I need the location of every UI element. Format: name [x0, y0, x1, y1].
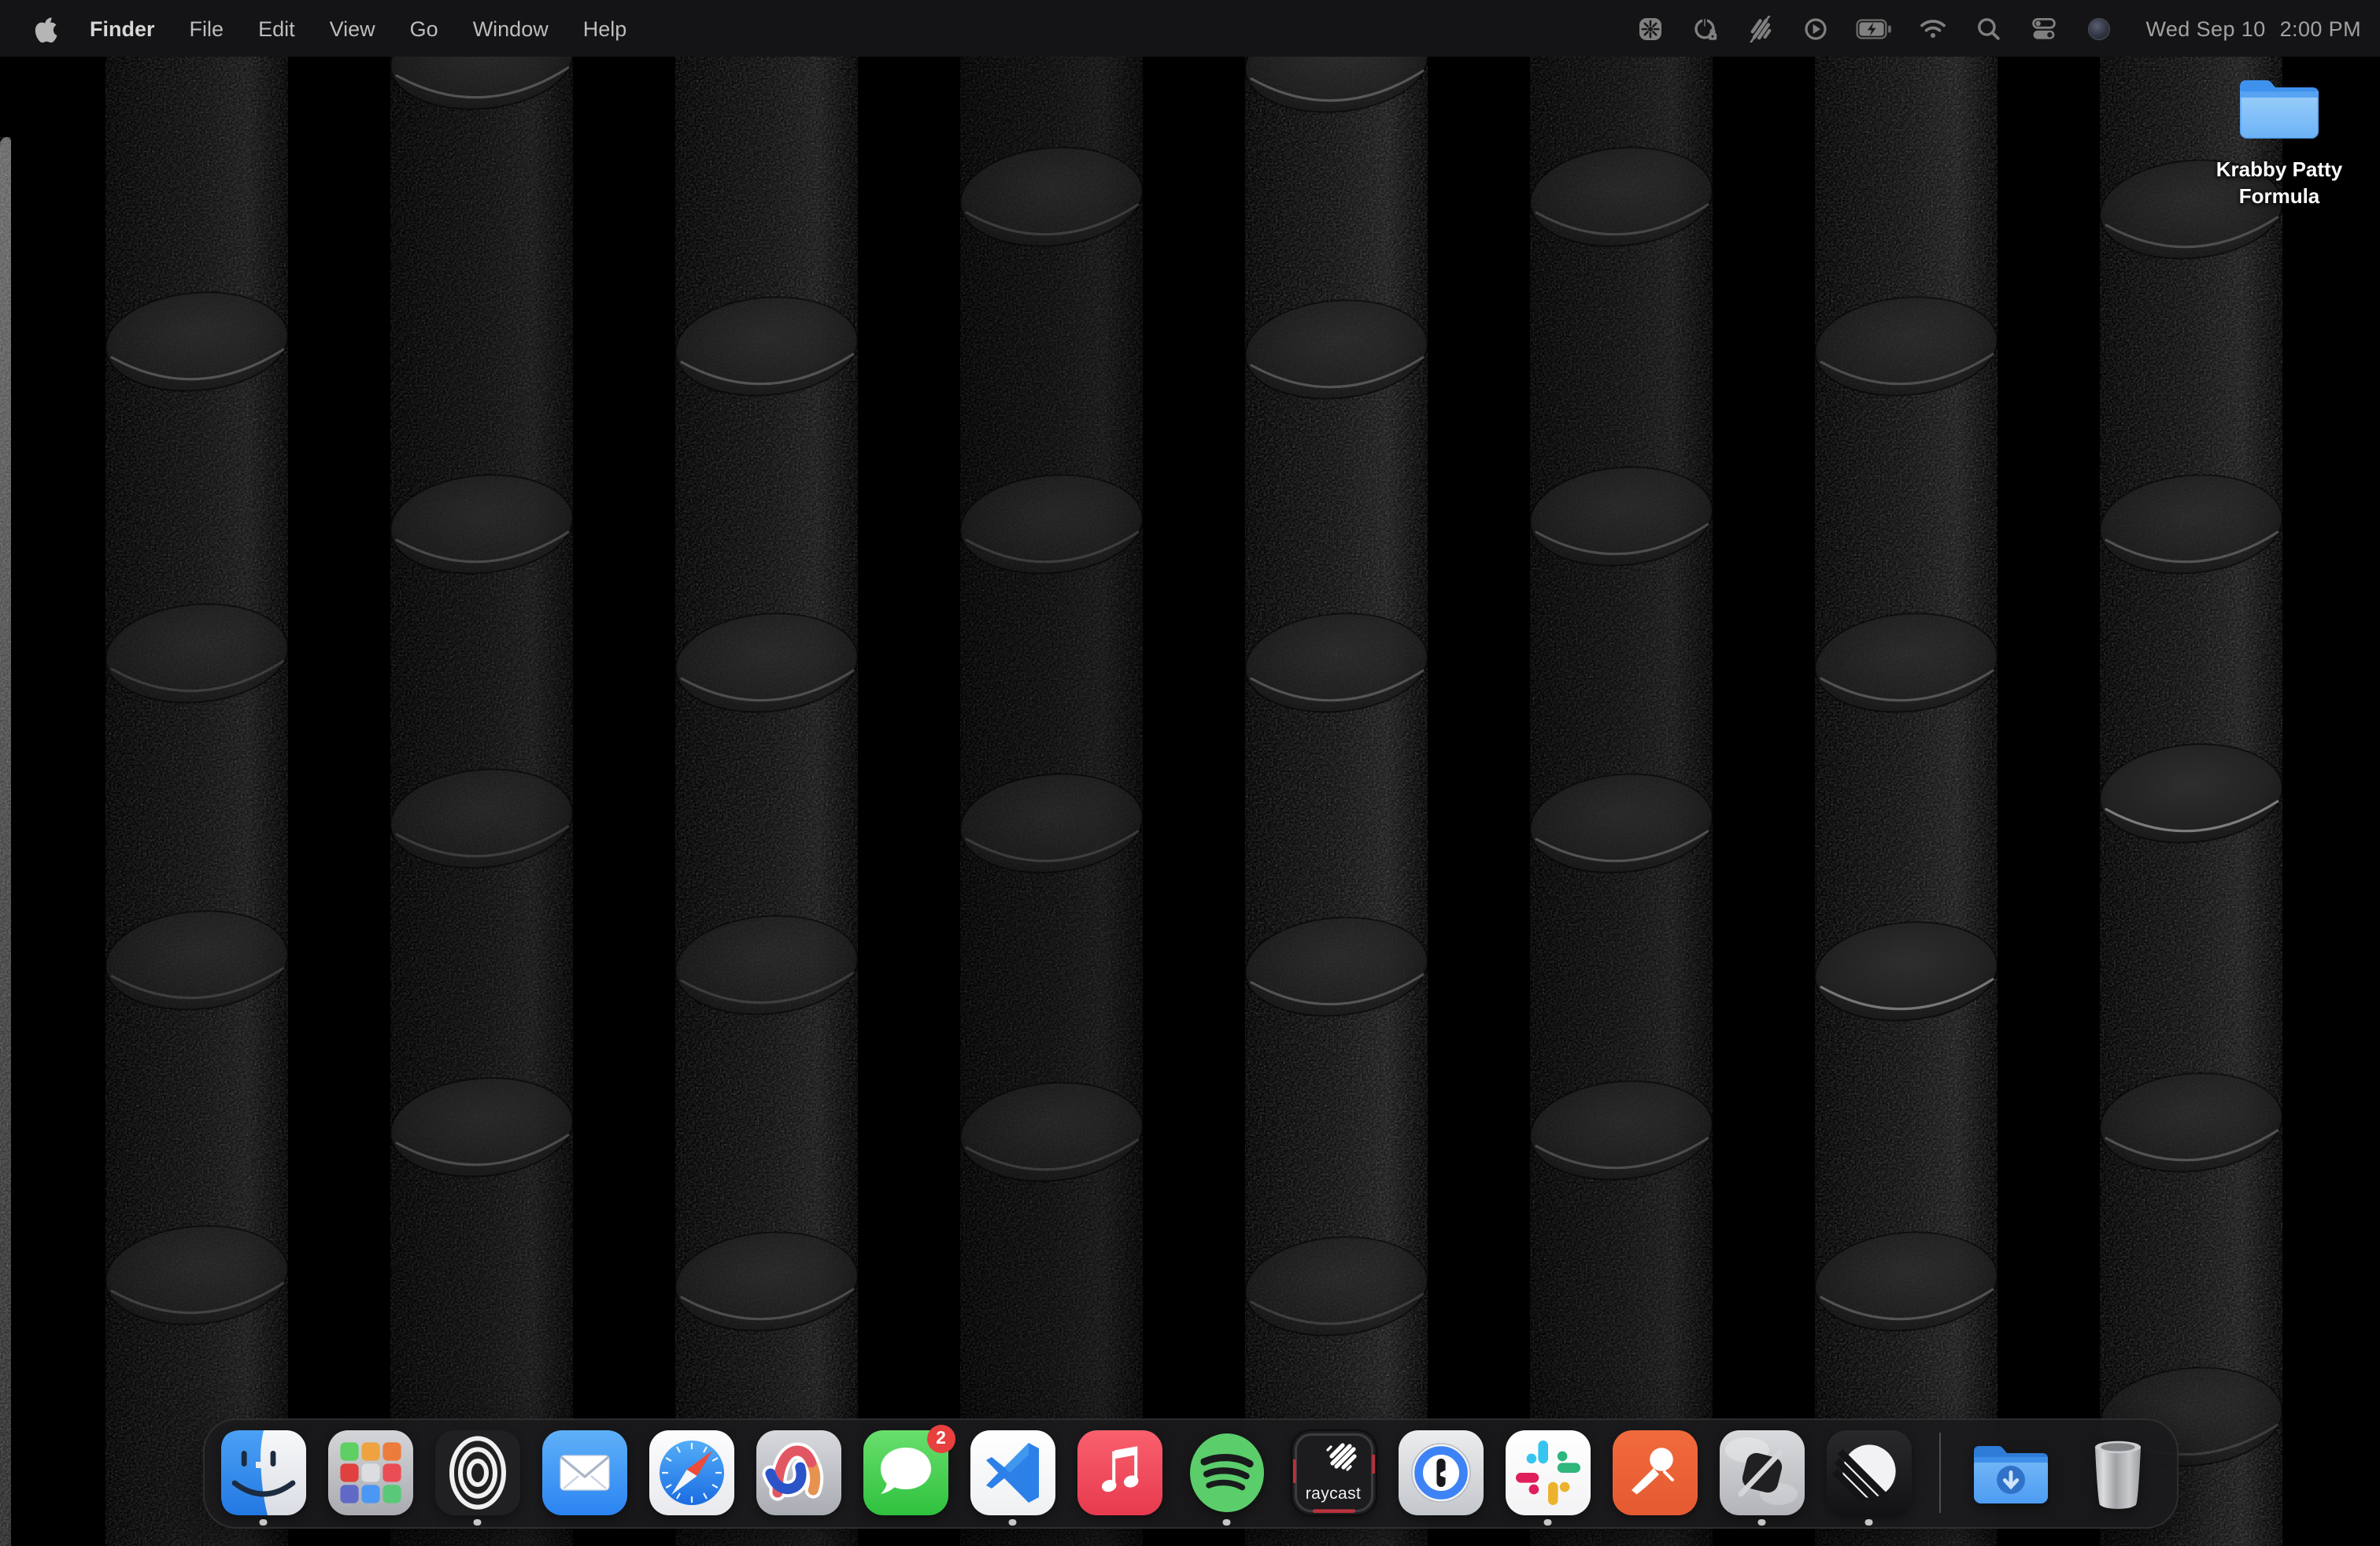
running-indicator-dot [1758, 1518, 1765, 1526]
dock-item-downloads[interactable] [1967, 1429, 2053, 1516]
running-indicator-dot [1009, 1518, 1016, 1526]
striped-tile-icon[interactable] [1746, 15, 1775, 42]
menu-bar-status-area: Wed Sep 10 2:00 PM [1636, 15, 2362, 42]
spotlight-search-icon[interactable] [1975, 15, 2003, 42]
finder-icon [220, 1429, 306, 1516]
dock-item-music[interactable] [1076, 1429, 1162, 1516]
desktop-folder-label: Krabby Patty Formula [2197, 156, 2361, 210]
clock-date: Wed Sep 10 [2146, 17, 2266, 40]
trash-icon [2074, 1429, 2160, 1516]
dock-item-raycast[interactable]: raycast [1290, 1429, 1377, 1516]
menu-help[interactable]: Help [583, 17, 627, 40]
wifi-icon[interactable] [1920, 15, 1948, 42]
dock-item-safari[interactable] [648, 1429, 734, 1516]
menu-bar-clock[interactable]: Wed Sep 10 2:00 PM [2146, 17, 2362, 40]
linear-icon [1825, 1429, 1912, 1516]
menu-file[interactable]: File [190, 17, 224, 40]
dock-item-tilted-square-app[interactable] [1718, 1429, 1805, 1516]
dock-item-trash[interactable] [2074, 1429, 2160, 1516]
launchpad-icon [327, 1429, 413, 1516]
menu-active-app[interactable]: Finder [90, 17, 155, 40]
running-indicator-dot [1865, 1518, 1872, 1526]
postman-icon [1611, 1429, 1698, 1516]
siri-icon[interactable] [2085, 15, 2113, 42]
dock-item-arc[interactable] [755, 1429, 841, 1516]
menu-edit[interactable]: Edit [258, 17, 295, 40]
dock-item-1password[interactable] [1397, 1429, 1484, 1516]
wallpaper [0, 0, 2380, 1546]
menu-view[interactable]: View [330, 17, 375, 40]
spotify-icon [1183, 1429, 1269, 1516]
dock-item-spotify[interactable] [1183, 1429, 1269, 1516]
dock-item-linear[interactable] [1825, 1429, 1912, 1516]
running-indicator-dot [474, 1518, 481, 1526]
safari-compass-icon [648, 1429, 734, 1516]
raycast-icon-label: raycast [1290, 1485, 1377, 1503]
dock-item-concentric-rings-app[interactable] [434, 1429, 520, 1516]
menu-window[interactable]: Window [473, 17, 549, 40]
blue-folder-icon [2234, 69, 2325, 151]
arc-browser-icon [755, 1429, 841, 1516]
slack-icon [1504, 1429, 1591, 1516]
running-indicator-dot [260, 1518, 267, 1526]
dock-item-launchpad[interactable] [327, 1429, 413, 1516]
dock-container: 2 [0, 1418, 2380, 1529]
now-playing-icon[interactable] [1802, 15, 1830, 42]
dock-item-vscode[interactable] [969, 1429, 1055, 1516]
dock-item-slack[interactable] [1504, 1429, 1591, 1516]
downloads-folder-icon [1967, 1429, 2053, 1516]
control-center-icon[interactable] [2030, 15, 2058, 42]
apple-logo-icon[interactable] [31, 15, 58, 42]
dock-item-finder[interactable] [220, 1429, 306, 1516]
dock-item-postman[interactable] [1611, 1429, 1698, 1516]
menu-go[interactable]: Go [410, 17, 438, 40]
dock-item-messages[interactable]: 2 [862, 1429, 948, 1516]
battery-charging-icon[interactable] [1857, 15, 1893, 42]
dock-divider [1938, 1433, 1940, 1513]
running-indicator-dot [1223, 1518, 1230, 1526]
notification-badge: 2 [927, 1425, 955, 1452]
apple-music-icon [1076, 1429, 1162, 1516]
dock: 2 [202, 1418, 2178, 1529]
concentric-rings-icon [434, 1429, 520, 1516]
power-lock-icon[interactable] [1691, 15, 1720, 42]
clock-time: 2:00 PM [2280, 17, 2361, 40]
desktop-folder-krabby-patty-formula[interactable]: Krabby Patty Formula [2223, 69, 2336, 210]
1password-icon [1397, 1429, 1484, 1516]
menu-bar: Finder File Edit View Go Window Help [0, 0, 2380, 57]
vscode-icon [969, 1429, 1055, 1516]
macos-desktop: Finder File Edit View Go Window Help [0, 0, 2380, 1546]
starburst-app-icon[interactable] [1636, 15, 1665, 42]
running-indicator-dot [1544, 1518, 1551, 1526]
mail-icon [541, 1429, 627, 1516]
dock-item-mail[interactable] [541, 1429, 627, 1516]
tilted-square-icon [1718, 1429, 1805, 1516]
